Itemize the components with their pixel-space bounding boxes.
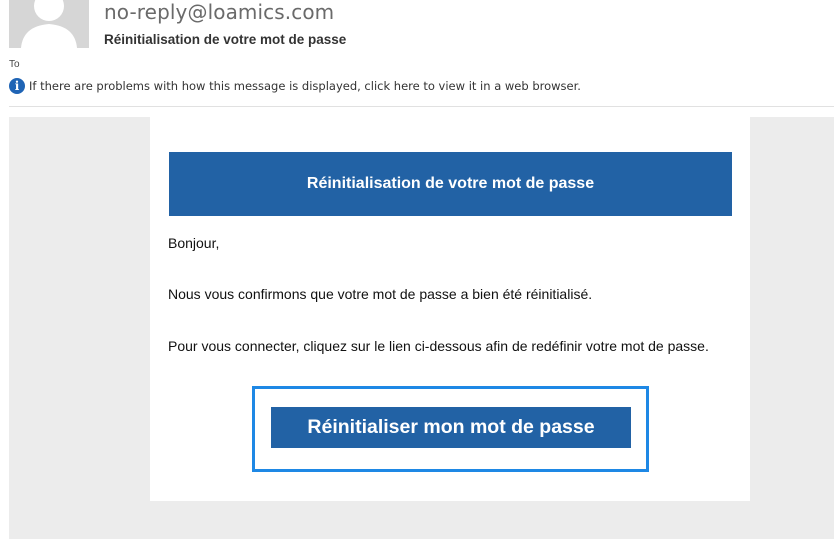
banner-title: Réinitialisation de votre mot de passe <box>306 175 595 192</box>
to-label: To <box>9 59 20 70</box>
greeting-text: Bonjour, <box>168 235 220 251</box>
info-message[interactable]: If there are problems with how this mess… <box>29 79 581 93</box>
email-card: Réinitialisation de votre mot de passe B… <box>150 117 750 501</box>
sender-address[interactable]: no-reply@loamics.com <box>104 0 334 24</box>
confirmation-text: Nous vous confirmons que votre mot de pa… <box>168 286 593 302</box>
reset-password-button[interactable]: Réinitialiser mon mot de passe <box>271 407 631 448</box>
avatar <box>9 0 89 48</box>
person-silhouette-icon <box>9 0 89 48</box>
email-subject: Réinitialisation de votre mot de passe <box>104 32 347 47</box>
reset-password-button-label: Réinitialiser mon mot de passe <box>307 416 595 438</box>
email-banner: Réinitialisation de votre mot de passe <box>169 152 732 216</box>
info-icon: i <box>9 78 25 94</box>
instruction-text: Pour vous connecter, cliquez sur le lien… <box>168 338 709 354</box>
header-divider <box>9 106 834 107</box>
info-bar[interactable]: i If there are problems with how this me… <box>9 77 581 95</box>
